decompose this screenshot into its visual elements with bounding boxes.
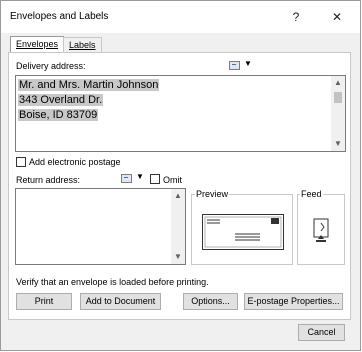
add-epostage-checkbox[interactable] bbox=[16, 157, 26, 167]
envelope-feed-icon bbox=[313, 218, 329, 242]
caret-down-icon[interactable]: ▼ bbox=[244, 59, 252, 68]
return-scrollbar[interactable]: ▲ ▼ bbox=[171, 189, 185, 264]
return-address-field[interactable]: ▲ ▼ bbox=[15, 188, 186, 265]
delivery-address-label: Delivery address: bbox=[16, 61, 86, 71]
add-to-document-button[interactable]: Add to Document bbox=[80, 293, 161, 310]
close-button[interactable]: ✕ bbox=[320, 5, 354, 29]
delivery-line-2: 343 Overland Dr. bbox=[18, 94, 104, 106]
feed-label: Feed bbox=[300, 189, 323, 199]
tab-labels[interactable]: Labels bbox=[63, 37, 102, 53]
return-address-label: Return address: bbox=[16, 175, 81, 185]
cancel-button[interactable]: Cancel bbox=[298, 324, 345, 341]
print-button[interactable]: Print bbox=[16, 293, 72, 310]
dialog-title: Envelopes and Labels bbox=[10, 11, 109, 22]
delivery-line-1: Mr. and Mrs. Martin Johnson bbox=[18, 79, 160, 91]
return-scroll-up-icon[interactable]: ▲ bbox=[171, 189, 185, 203]
scroll-thumb[interactable] bbox=[334, 92, 342, 103]
tab-labels-label: Labels bbox=[69, 40, 96, 50]
add-epostage-label: Add electronic postage bbox=[29, 157, 121, 167]
preview-label: Preview bbox=[195, 189, 230, 199]
delivery-address-text: Mr. and Mrs. Martin Johnson 343 Overland… bbox=[18, 78, 160, 123]
omit-label: Omit bbox=[163, 175, 182, 185]
return-scroll-down-icon[interactable]: ▼ bbox=[171, 250, 185, 264]
scroll-up-icon[interactable]: ▲ bbox=[331, 76, 345, 90]
scroll-down-icon[interactable]: ▼ bbox=[331, 137, 345, 151]
epostage-properties-button[interactable]: E-postage Properties... bbox=[244, 293, 343, 310]
verify-text: Verify that an envelope is loaded before… bbox=[16, 277, 209, 287]
return-caret-down-icon[interactable]: ▼ bbox=[136, 172, 144, 181]
options-button[interactable]: Options... bbox=[183, 293, 238, 310]
delivery-line-3: Boise, ID 83709 bbox=[18, 109, 99, 121]
address-book-icon[interactable] bbox=[229, 61, 240, 70]
envelope-preview-icon bbox=[202, 214, 284, 250]
delivery-scrollbar[interactable]: ▲ ▼ bbox=[331, 76, 345, 151]
omit-checkbox[interactable] bbox=[150, 174, 160, 184]
return-address-book-icon[interactable] bbox=[121, 174, 132, 183]
tab-envelopes-label: Envelopes bbox=[16, 39, 59, 49]
delivery-address-label-text: Delivery address: bbox=[16, 61, 86, 71]
delivery-address-field[interactable]: Mr. and Mrs. Martin Johnson 343 Overland… bbox=[15, 75, 346, 152]
help-button[interactable]: ? bbox=[279, 5, 313, 29]
